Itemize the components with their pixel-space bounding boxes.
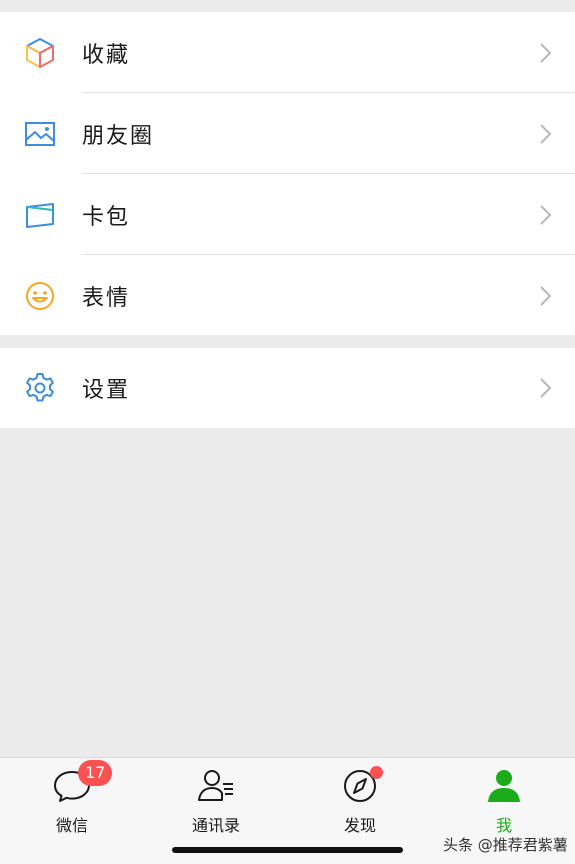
tab-chats[interactable]: 17 微信 [22, 760, 122, 841]
gear-icon [22, 370, 58, 406]
tab-me[interactable]: 我 [454, 766, 554, 841]
menu-group-settings: 设置 [0, 348, 575, 428]
tab-discover[interactable]: 发现 [310, 766, 410, 841]
chevron-right-icon [539, 285, 553, 307]
unread-badge: 17 [78, 760, 113, 786]
menu-item-card-wallet[interactable]: 卡包 [0, 174, 575, 255]
menu-item-settings[interactable]: 设置 [0, 348, 575, 428]
home-indicator[interactable] [172, 847, 403, 853]
moments-picture-icon [22, 116, 58, 152]
chevron-right-icon [539, 42, 553, 64]
menu-item-label: 收藏 [82, 42, 131, 68]
menu-item-label: 卡包 [82, 204, 131, 230]
chevron-right-icon [539, 377, 553, 399]
tab-contacts[interactable]: 通讯录 [166, 766, 266, 841]
smiley-face-icon [22, 278, 58, 314]
person-icon [484, 766, 524, 806]
new-content-dot [370, 766, 383, 779]
menu-item-favorites[interactable]: 收藏 [0, 12, 575, 93]
menu-group-main: 收藏 朋友圈 卡包 表情 [0, 12, 575, 335]
favorites-cube-icon [22, 35, 58, 71]
menu-item-stickers[interactable]: 表情 [0, 255, 575, 336]
tab-label: 我 [495, 816, 512, 835]
watermark-text: 头条 @推荐君紫薯 [443, 836, 568, 854]
card-wallet-icon [22, 197, 58, 233]
chevron-right-icon [539, 204, 553, 226]
tab-label: 通讯录 [191, 816, 240, 835]
menu-item-moments[interactable]: 朋友圈 [0, 93, 575, 174]
chevron-right-icon [539, 123, 553, 145]
menu-item-label: 朋友圈 [82, 123, 155, 149]
menu-item-label: 表情 [82, 285, 131, 311]
tab-label: 微信 [55, 816, 88, 835]
tab-label: 发现 [343, 816, 376, 835]
contacts-icon [196, 766, 236, 806]
menu-item-label: 设置 [82, 378, 131, 403]
me-screen: 收藏 朋友圈 卡包 表情 设置 17 微信 通讯录 发现 我 头条 @推荐君紫薯 [0, 0, 575, 864]
